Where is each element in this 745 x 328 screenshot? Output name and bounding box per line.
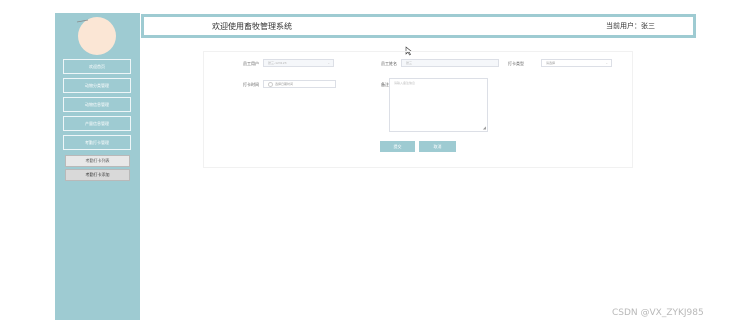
- menu-item-attendance[interactable]: 考勤打卡管理: [63, 135, 131, 150]
- submit-button[interactable]: 提交: [380, 141, 415, 152]
- header: 欢迎使用畜牧管理系统 当前用户：张三: [141, 14, 696, 38]
- sidebar: 欢迎首页 动物分类管理 动物信息管理 产量信息管理 考勤打卡管理 考勤打卡列表 …: [55, 13, 140, 320]
- avatar: [76, 17, 116, 55]
- current-user: 当前用户：张三: [606, 22, 655, 30]
- main-content: 欢迎使用畜牧管理系统 当前用户：张三 员工用户 张三-123123 ⌄ 员工姓名…: [140, 13, 697, 320]
- employee-user-select: 张三-123123 ⌄: [263, 59, 334, 67]
- menu-item-animal-category[interactable]: 动物分类管理: [63, 78, 131, 93]
- clock-icon: [268, 81, 273, 87]
- chevron-down-icon: ⌄: [327, 61, 330, 65]
- punch-time-label: 打卡时间: [243, 82, 259, 87]
- avatar-mark-icon: [76, 19, 89, 23]
- attendance-form: 员工用户 张三-123123 ⌄ 员工姓名 张三 打卡类型 请选择 ⌄ 打卡时间…: [203, 51, 633, 168]
- menu-item-yield-info[interactable]: 产量信息管理: [63, 116, 131, 131]
- submenu-item-attendance-add[interactable]: 考勤打卡添加: [65, 169, 130, 181]
- punch-time-picker[interactable]: 选择日期时间: [263, 80, 336, 88]
- page-title: 欢迎使用畜牧管理系统: [212, 22, 292, 31]
- app-window: 欢迎首页 动物分类管理 动物信息管理 产量信息管理 考勤打卡管理 考勤打卡列表 …: [55, 13, 697, 320]
- watermark: CSDN @VX_ZYKJ985: [612, 308, 704, 318]
- remark-textarea[interactable]: 请输入备注信息 ◢: [389, 78, 488, 132]
- punch-type-select[interactable]: 请选择 ⌄: [541, 59, 612, 67]
- menu-item-welcome[interactable]: 欢迎首页: [63, 59, 131, 74]
- employee-user-label: 员工用户: [243, 61, 259, 66]
- menu-item-animal-info[interactable]: 动物信息管理: [63, 97, 131, 112]
- punch-type-label: 打卡类型: [508, 61, 524, 66]
- submenu-item-attendance-list[interactable]: 考勤打卡列表: [65, 155, 130, 167]
- chevron-down-icon: ⌄: [605, 61, 608, 65]
- cancel-button[interactable]: 取消: [419, 141, 456, 152]
- employee-name-label: 员工姓名: [381, 61, 397, 66]
- resize-handle-icon[interactable]: ◢: [483, 126, 486, 130]
